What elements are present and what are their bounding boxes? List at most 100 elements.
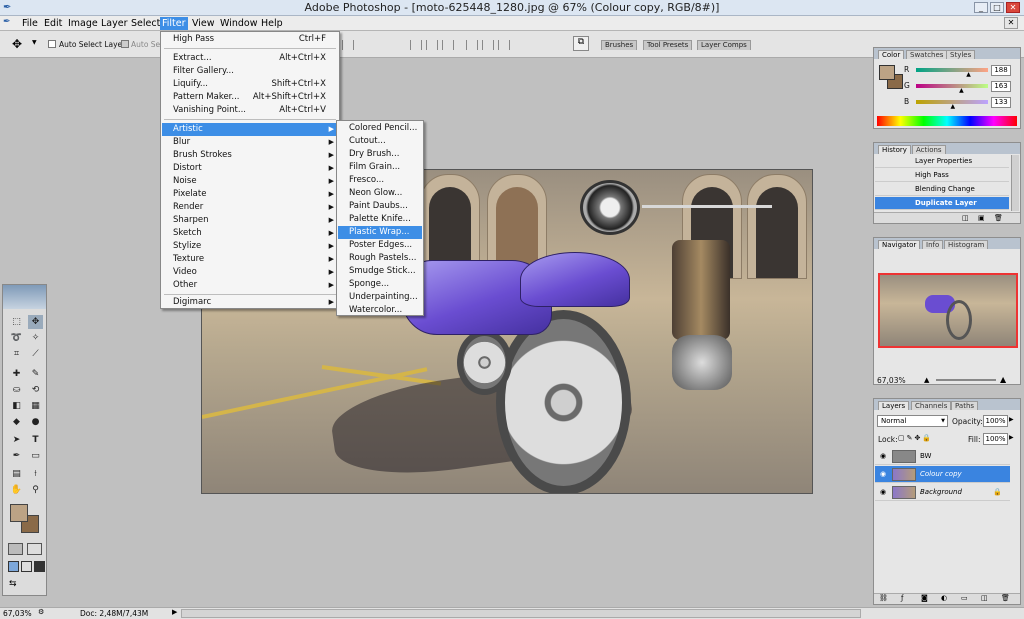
menu-item-render[interactable]: Render ▶	[162, 201, 338, 214]
standard-mode-icon[interactable]	[8, 543, 23, 555]
menu-filter[interactable]: Filter	[160, 17, 188, 30]
file-browser-icon[interactable]: ⧉	[573, 36, 589, 51]
tab-histogram[interactable]: Histogram	[944, 240, 989, 249]
align-icon[interactable]	[342, 40, 354, 50]
menu-item-cutout[interactable]: Cutout...	[338, 135, 422, 148]
brush-tool-icon[interactable]: ✎	[28, 367, 43, 381]
menu-layer[interactable]: Layer	[99, 17, 130, 30]
distribute-bottom-icon[interactable]	[442, 40, 454, 50]
menu-view[interactable]: View	[190, 17, 217, 30]
distribute-left-icon[interactable]	[466, 40, 478, 50]
tab-tool-presets[interactable]: Tool Presets	[643, 40, 693, 50]
red-value-field[interactable]: 188	[991, 65, 1011, 76]
tool-preset-dropdown-icon[interactable]: ▼	[32, 39, 37, 46]
navigator-zoom-value[interactable]: 67,03%	[877, 376, 906, 385]
path-selection-icon[interactable]: ➤	[9, 433, 24, 447]
menu-item-neon-glow[interactable]: Neon Glow...	[338, 187, 422, 200]
menu-item-dry-brush[interactable]: Dry Brush...	[338, 148, 422, 161]
menu-image[interactable]: Image	[66, 17, 100, 30]
tab-layers[interactable]: Layers	[878, 401, 910, 410]
menu-item-artistic[interactable]: Artistic ▶	[162, 123, 338, 136]
distribute-right-icon[interactable]	[498, 40, 510, 50]
menu-item-video[interactable]: Video ▶	[162, 266, 338, 279]
tab-actions[interactable]: Actions	[912, 145, 946, 154]
crop-tool-icon[interactable]: ⌗	[9, 347, 24, 361]
menu-item-stylize[interactable]: Stylize ▶	[162, 240, 338, 253]
menu-item-distort[interactable]: Distort ▶	[162, 162, 338, 175]
eye-icon[interactable]: ◉	[878, 451, 888, 461]
menu-item-brush-strokes[interactable]: Brush Strokes ▶	[162, 149, 338, 162]
tab-brushes[interactable]: Brushes	[601, 40, 638, 50]
app-menu-icon[interactable]: ✒	[3, 17, 16, 30]
opacity-arrow-icon[interactable]: ▶	[1009, 416, 1014, 423]
history-brush-icon[interactable]: ⟲	[28, 383, 43, 397]
distribute-hcenter-icon[interactable]	[482, 40, 494, 50]
navigator-thumbnail[interactable]	[878, 273, 1018, 348]
status-zoom[interactable]: 67,03%	[3, 609, 32, 618]
tab-layer-comps[interactable]: Layer Comps	[697, 40, 751, 50]
menu-item-sharpen[interactable]: Sharpen ▶	[162, 214, 338, 227]
menu-item-high-pass[interactable]: High Pass Ctrl+F	[162, 33, 338, 46]
eraser-tool-icon[interactable]: ◧	[9, 399, 24, 413]
history-scrollbar[interactable]	[1011, 155, 1019, 211]
pen-tool-icon[interactable]: ✒	[9, 449, 24, 463]
gradient-tool-icon[interactable]: ▦	[28, 399, 43, 413]
lasso-tool-icon[interactable]: ➰	[9, 331, 24, 345]
color-ramp[interactable]	[877, 116, 1017, 126]
close-button[interactable]: ✕	[1006, 2, 1020, 13]
menu-item-film-grain[interactable]: Film Grain...	[338, 161, 422, 174]
blur-tool-icon[interactable]: ◆	[9, 415, 24, 429]
tab-navigator[interactable]: Navigator	[878, 240, 921, 249]
type-tool-icon[interactable]: T	[28, 433, 43, 447]
menu-item-vanishing-point[interactable]: Vanishing Point... Alt+Ctrl+V	[162, 104, 338, 117]
tab-styles[interactable]: Styles	[946, 50, 976, 59]
link-layers-icon[interactable]: ⛓	[879, 594, 888, 602]
menu-item-blur[interactable]: Blur ▶	[162, 136, 338, 149]
menu-item-liquify[interactable]: Liquify... Shift+Ctrl+X	[162, 78, 338, 91]
delete-layer-icon[interactable]: 🗑	[1001, 594, 1010, 602]
menu-item-pattern-maker[interactable]: Pattern Maker... Alt+Shift+Ctrl+X	[162, 91, 338, 104]
opacity-field[interactable]: 100%	[983, 415, 1008, 427]
menu-item-palette-knife[interactable]: Palette Knife...	[338, 213, 422, 226]
tab-swatches[interactable]: Swatches	[906, 50, 948, 59]
foreground-color-swatch[interactable]	[10, 504, 28, 522]
menu-item-underpainting[interactable]: Underpainting...	[338, 291, 422, 304]
history-item-selected[interactable]: Duplicate Layer	[875, 197, 1009, 210]
new-document-icon[interactable]: ▣	[978, 214, 985, 222]
jump-to-imageready-icon[interactable]: ⇆	[9, 579, 39, 591]
zoom-in-icon[interactable]: ▲	[1000, 375, 1006, 384]
marquee-tool-icon[interactable]: ⬚	[9, 315, 24, 329]
lock-icons[interactable]: ▢✎✥🔒	[898, 434, 933, 442]
quick-mask-icon[interactable]	[27, 543, 42, 555]
move-tool-icon[interactable]: ✥	[28, 315, 43, 329]
menu-item-smudge-stick[interactable]: Smudge Stick...	[338, 265, 422, 278]
delete-icon[interactable]: 🗑	[994, 214, 1003, 222]
healing-brush-icon[interactable]: ✚	[9, 367, 24, 381]
zoom-slider[interactable]	[936, 379, 996, 381]
green-slider[interactable]: ▲	[916, 84, 988, 94]
menu-item-other[interactable]: Other ▶	[162, 279, 338, 292]
menu-item-fresco[interactable]: Fresco...	[338, 174, 422, 187]
blend-mode-select[interactable]: Normal ▼	[877, 415, 948, 427]
auto-select-layer-checkbox[interactable]	[48, 40, 56, 48]
notes-tool-icon[interactable]: ▤	[9, 467, 24, 481]
menu-item-paint-daubs[interactable]: Paint Daubs...	[338, 200, 422, 213]
distribute-top-icon[interactable]	[410, 40, 422, 50]
screen-mode-icon[interactable]	[8, 561, 19, 572]
menu-item-pixelate[interactable]: Pixelate ▶	[162, 188, 338, 201]
foreground-color-swatch[interactable]	[879, 65, 895, 80]
hand-tool-icon[interactable]: ✋	[9, 483, 24, 497]
red-slider[interactable]: ▲	[916, 68, 988, 78]
clone-stamp-icon[interactable]: ⛀	[9, 383, 24, 397]
history-item[interactable]: Layer Properties	[875, 155, 1009, 168]
zoom-out-icon[interactable]: ▲	[924, 376, 929, 384]
dodge-tool-icon[interactable]: ●	[28, 415, 43, 429]
new-layer-icon[interactable]: ◫	[981, 594, 988, 602]
eye-icon[interactable]: ◉	[878, 487, 888, 497]
move-tool-icon[interactable]: ✥	[12, 37, 22, 51]
adjustment-layer-icon[interactable]: ◐	[941, 594, 947, 602]
tab-channels[interactable]: Channels	[911, 401, 952, 410]
status-menu-arrow-icon[interactable]: ▶	[172, 608, 177, 616]
layer-mask-icon[interactable]: ◙	[921, 594, 928, 602]
menu-item-noise[interactable]: Noise ▶	[162, 175, 338, 188]
